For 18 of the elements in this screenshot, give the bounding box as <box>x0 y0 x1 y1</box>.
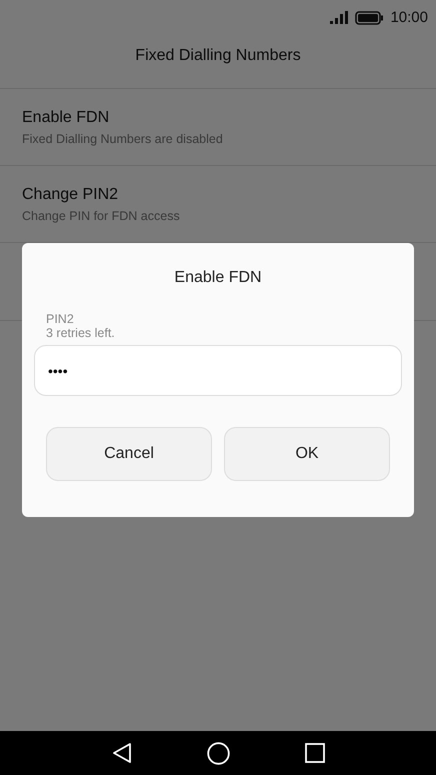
item-subtitle: Change PIN for FDN access <box>22 208 181 222</box>
settings-item[interactable]: Enable FDN Fixed Dialling Numbers are disabled <box>0 89 436 166</box>
signal-icon <box>330 11 348 24</box>
retries-hint: 3 retries left. <box>46 326 116 340</box>
ok-button[interactable]: OK <box>224 427 390 481</box>
item-title: Enable FDN <box>22 108 110 126</box>
back-icon[interactable] <box>112 742 132 764</box>
clock-time: 10:00 <box>390 9 428 26</box>
pin-field[interactable]: •••• <box>34 345 402 396</box>
screen-title: Fixed Dialling Numbers <box>135 46 301 65</box>
item-title: Change PIN2 <box>22 186 120 204</box>
field-label: PIN2 <box>46 312 75 326</box>
battery-icon <box>355 10 384 24</box>
recent-apps-icon[interactable] <box>304 743 324 763</box>
home-icon[interactable] <box>206 742 230 764</box>
item-subtitle: Fixed Dialling Numbers are disabled <box>22 132 224 146</box>
dialog-title: Enable FDN <box>173 269 263 287</box>
cancel-button[interactable]: Cancel <box>46 427 212 481</box>
